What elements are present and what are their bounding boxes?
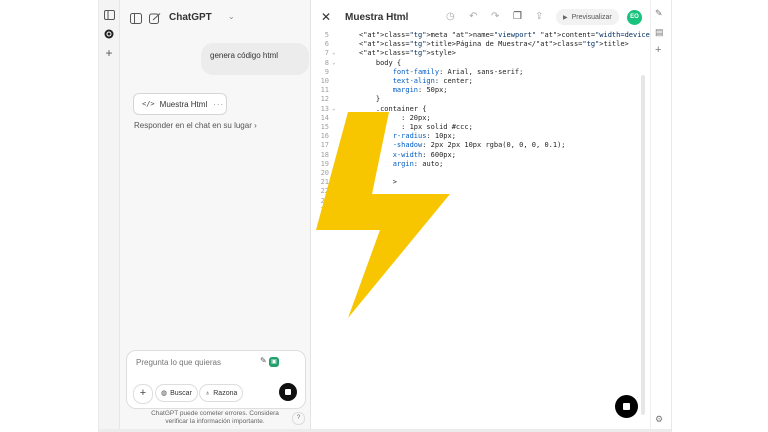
- close-icon[interactable]: ✕: [321, 10, 331, 24]
- plus-icon[interactable]: +: [102, 46, 116, 60]
- extension-icon[interactable]: ▣: [269, 357, 279, 367]
- right-rail: ✎ ▤ + ⚙: [650, 0, 671, 432]
- history-icon[interactable]: ◷: [446, 11, 455, 22]
- lightning-bolt-icon: [316, 112, 450, 318]
- chat-panel: ChatGPT ⌄ genera código html </> Muestra…: [120, 0, 311, 432]
- fold-chevron-icon[interactable]: ⌄: [332, 105, 336, 112]
- chevron-right-icon: ›: [254, 121, 257, 130]
- code-text: <"at">class="tg">title>Página de Muestra…: [359, 40, 629, 49]
- code-text: <"at">class="tg">meta "at">name="viewpor…: [359, 31, 672, 39]
- code-text: margin: 50px;: [392, 86, 448, 95]
- chevron-down-icon[interactable]: ⌄: [228, 12, 235, 21]
- stop-button[interactable]: [279, 383, 297, 401]
- line-number: 9: [324, 67, 329, 76]
- disclaimer: ChatGPT puede cometer errores. Considera…: [151, 410, 279, 425]
- artifact-pill[interactable]: </> Muestra Html ···: [133, 93, 227, 115]
- line-number: 7: [324, 49, 329, 58]
- line-number: 8: [324, 58, 329, 67]
- fold-chevron-icon[interactable]: ⌄: [332, 59, 336, 66]
- chat-header: ChatGPT ⌄: [120, 0, 310, 34]
- prompt-input[interactable]: [136, 358, 254, 367]
- comment-icon[interactable]: ▤: [655, 27, 664, 38]
- sidebar-toggle-icon[interactable]: [102, 8, 116, 22]
- undo-icon[interactable]: ↶: [469, 11, 477, 22]
- avatar[interactable]: EO: [627, 10, 642, 25]
- user-message-text: genera código html: [210, 51, 279, 60]
- more-options-icon[interactable]: ···: [213, 100, 224, 109]
- play-icon: ▶: [563, 14, 568, 21]
- stop-generating-button[interactable]: [615, 395, 638, 418]
- artifact-label: Muestra Html: [159, 99, 208, 109]
- reply-link-text: Responder en el chat en su lugar: [134, 121, 252, 130]
- pencil-icon[interactable]: ✎: [260, 356, 267, 365]
- sidebar-toggle-icon[interactable]: [130, 11, 144, 24]
- chatgpt-logo-icon[interactable]: [102, 27, 116, 41]
- copy-icon[interactable]: ❐: [513, 11, 522, 22]
- code-text: <"at">class="tg">style>: [359, 49, 456, 58]
- fold-chevron-icon[interactable]: ⌄: [332, 49, 336, 56]
- code-text: body {: [359, 58, 402, 67]
- attach-button[interactable]: +: [133, 384, 153, 404]
- line-number: 10: [320, 77, 329, 85]
- code-text: font-family: Arial, sans-serif;: [392, 67, 524, 76]
- preview-label: Previsualizar: [571, 13, 612, 21]
- settings-icon[interactable]: ⚙: [655, 414, 663, 425]
- preview-button[interactable]: ▶ Previsualizar: [556, 9, 619, 25]
- plus-icon[interactable]: +: [655, 44, 661, 56]
- code-icon: </>: [142, 100, 155, 108]
- reply-in-chat-link[interactable]: Responder en el chat en su lugar ›: [134, 121, 257, 130]
- search-label: Buscar: [170, 389, 192, 397]
- artifact-header: ✕ Muestra Html ⌄ ◷ ↶ ↷ ❐ ⇪ ▶ Previsualiz…: [311, 0, 649, 34]
- help-button[interactable]: ?: [292, 412, 305, 425]
- line-number: 5: [324, 31, 329, 39]
- artifact-title[interactable]: Muestra Html: [345, 12, 408, 23]
- search-button[interactable]: ◍ Buscar: [155, 384, 198, 402]
- chevron-down-icon[interactable]: ⌄: [403, 12, 410, 21]
- code-text: text-align: center;: [392, 77, 473, 85]
- composer: ✎ ▣ + ◍ Buscar ♁ Razona: [126, 350, 306, 409]
- left-rail: +: [99, 0, 120, 432]
- line-number: 11: [320, 86, 329, 95]
- app-title[interactable]: ChatGPT: [169, 12, 212, 23]
- share-icon[interactable]: ⇪: [535, 11, 543, 22]
- redo-icon[interactable]: ↷: [491, 11, 499, 22]
- stop-icon: [623, 403, 630, 410]
- scrollbar[interactable]: [641, 75, 645, 415]
- user-message: genera código html: [201, 43, 309, 75]
- bulb-icon: ♁: [205, 389, 211, 397]
- stop-icon: [285, 389, 291, 395]
- new-chat-icon[interactable]: [149, 11, 163, 24]
- edit-icon[interactable]: ✎: [655, 8, 663, 19]
- code-text: }: [359, 95, 381, 104]
- line-number: 6: [324, 40, 329, 49]
- globe-icon: ◍: [161, 390, 168, 397]
- reason-button[interactable]: ♁ Razona: [199, 384, 244, 402]
- reason-label: Razona: [213, 389, 238, 397]
- line-number: 12: [320, 95, 329, 104]
